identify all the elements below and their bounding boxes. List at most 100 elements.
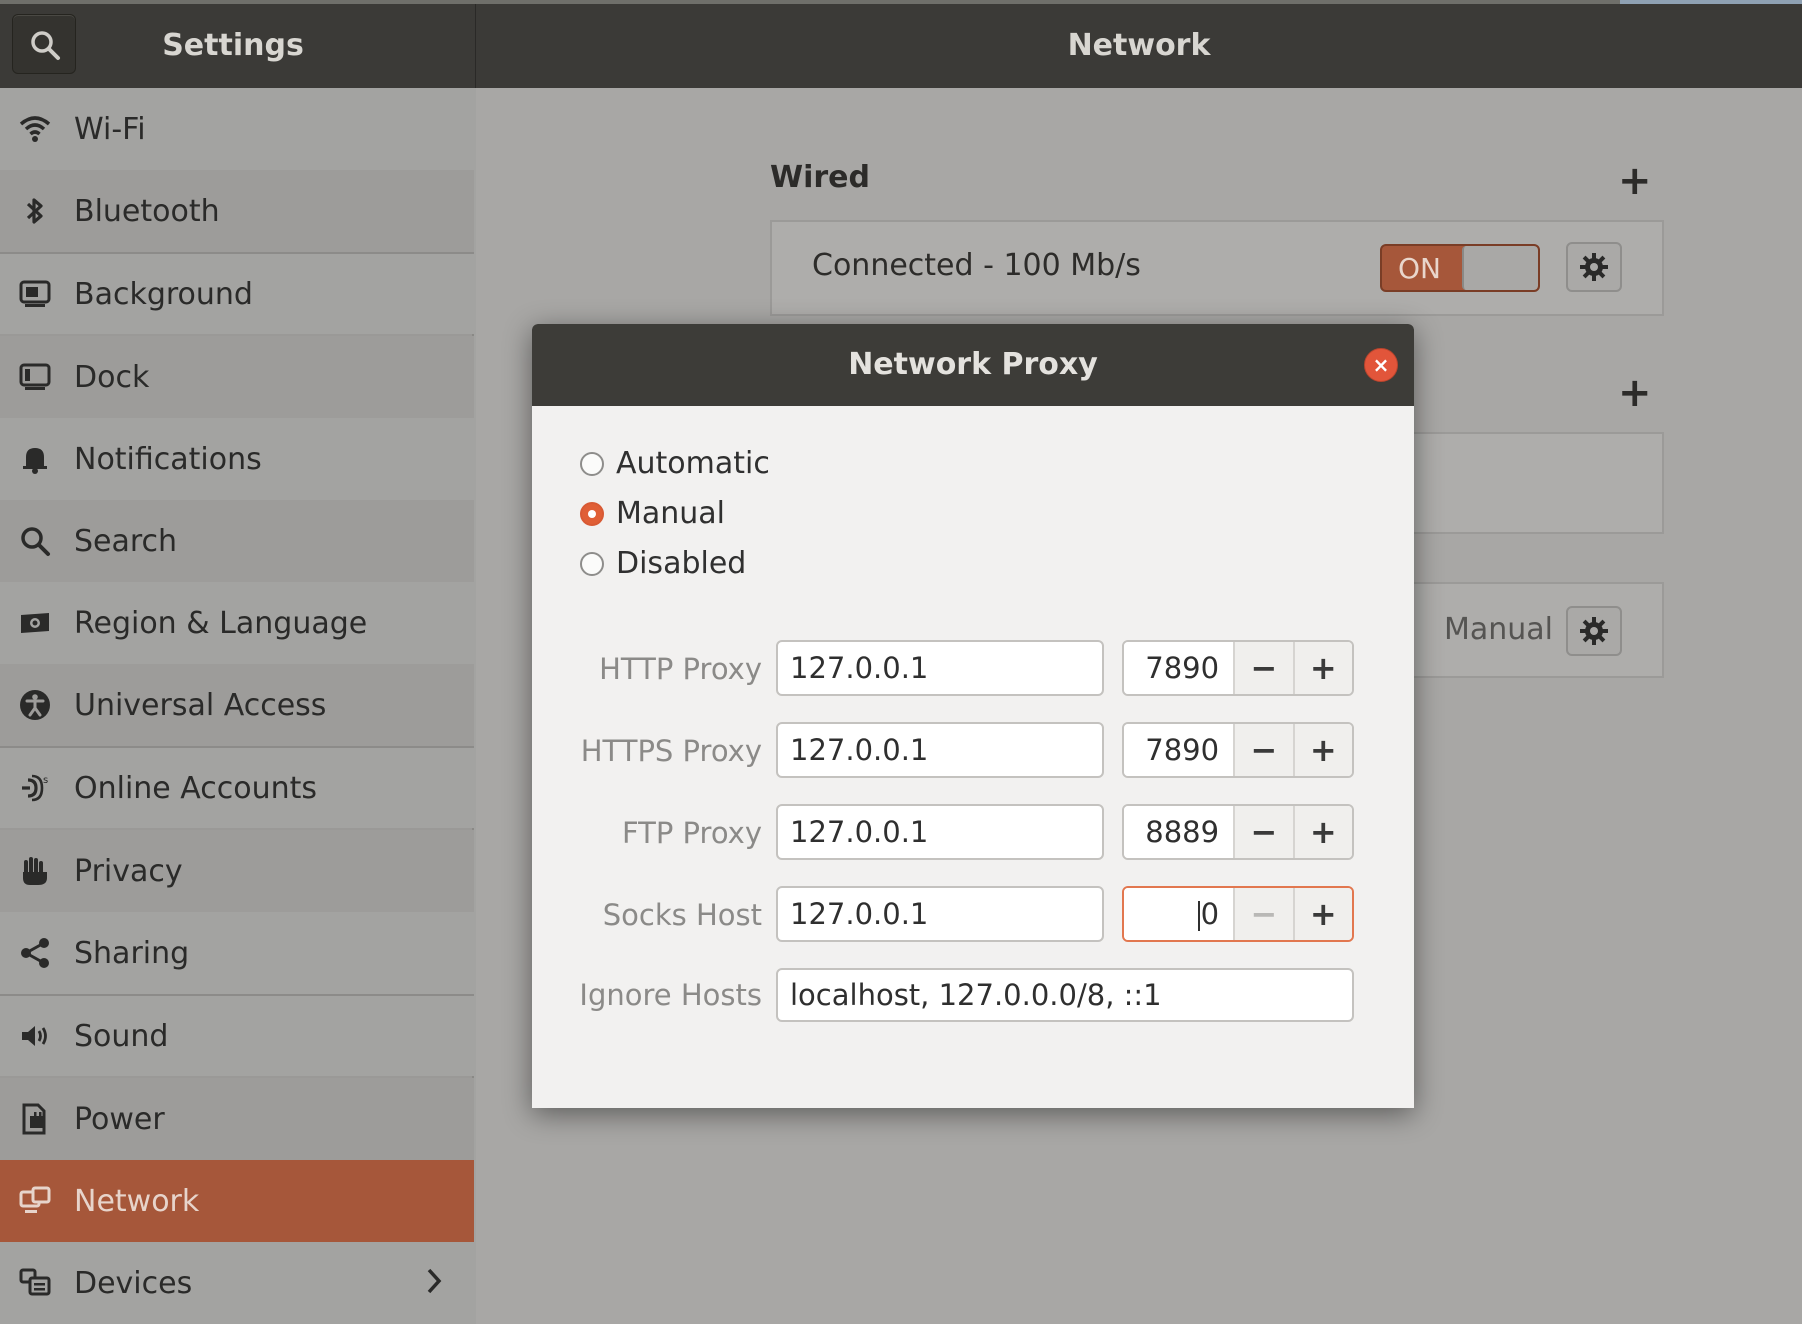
https-proxy-label: HTTPS Proxy (580, 734, 762, 768)
sidebar-item-wifi[interactable]: Wi-Fi (0, 88, 474, 170)
header-bar: Settings Network (0, 0, 1802, 88)
sidebar-item-online-accounts[interactable]: s Online Accounts (0, 746, 474, 828)
sidebar-item-label: Bluetooth (74, 193, 220, 229)
devices-icon (18, 1266, 52, 1300)
chevron-right-icon (424, 1266, 444, 1300)
decrement-button[interactable]: − (1233, 888, 1293, 940)
text-cursor (1197, 901, 1200, 931)
power-icon (18, 1102, 52, 1136)
port-value[interactable]: 8889 (1124, 806, 1234, 858)
http-proxy-port-stepper[interactable]: 7890 − + (1122, 640, 1354, 696)
radio-label: Manual (616, 496, 726, 531)
radio-button[interactable] (580, 451, 604, 476)
radio-label: Automatic (616, 446, 770, 481)
wired-toggle[interactable]: ON (1380, 244, 1540, 292)
socks-port-text: 0 (1200, 897, 1220, 931)
sidebar-item-label: Sharing (74, 935, 190, 971)
sidebar-item-background[interactable]: Background (0, 252, 474, 334)
socks-host-label: Socks Host (602, 898, 762, 932)
sidebar-item-label: Search (74, 523, 178, 559)
close-button[interactable]: × (1364, 348, 1398, 382)
settings-header: Settings (0, 4, 476, 88)
dialog-title: Network Proxy (848, 347, 1098, 382)
wired-status-label: Connected - 100 Mb/s (812, 248, 1141, 283)
sidebar-item-label: Privacy (74, 853, 183, 889)
gear-icon (1580, 253, 1608, 281)
sidebar-item-label: Sound (74, 1018, 169, 1054)
radio-disabled[interactable]: Disabled (580, 546, 746, 581)
sidebar-item-power[interactable]: Power (0, 1078, 474, 1160)
share-icon (18, 936, 52, 970)
sidebar-item-sound[interactable]: Sound (0, 994, 474, 1076)
sidebar-item-dock[interactable]: Dock (0, 336, 474, 418)
add-wired-button[interactable]: + (1618, 158, 1652, 204)
increment-button[interactable]: + (1292, 724, 1352, 776)
background-icon (18, 277, 52, 311)
sidebar-item-label: Background (74, 276, 253, 312)
increment-button[interactable]: + (1292, 888, 1352, 940)
wifi-icon (18, 112, 52, 146)
region-icon (18, 606, 52, 640)
page-title: Network (1067, 28, 1211, 63)
wired-connection-row: Connected - 100 Mb/s ON (770, 220, 1664, 316)
sidebar-item-bluetooth[interactable]: Bluetooth (0, 170, 474, 252)
sidebar-item-devices[interactable]: Devices (0, 1242, 474, 1324)
sidebar-item-label: Notifications (74, 441, 262, 477)
ftp-proxy-label: FTP Proxy (621, 816, 762, 850)
ignore-hosts-label: Ignore Hosts (579, 978, 762, 1012)
sidebar-item-label: Dock (74, 359, 150, 395)
sidebar-item-label: Universal Access (74, 687, 327, 723)
decrement-button[interactable]: − (1233, 806, 1293, 858)
toggle-on-label: ON (1398, 252, 1441, 285)
add-vpn-button[interactable]: + (1618, 370, 1652, 416)
radio-button[interactable] (580, 551, 604, 576)
ftp-proxy-host-input[interactable]: 127.0.0.1 (776, 804, 1104, 860)
gear-icon (1580, 617, 1608, 645)
port-value[interactable]: 7890 (1124, 724, 1234, 776)
sidebar-item-label: Network (74, 1183, 200, 1219)
online-accounts-icon: s (18, 771, 52, 805)
increment-button[interactable]: + (1292, 806, 1352, 858)
sidebar-item-label: Online Accounts (74, 770, 318, 806)
sidebar: Wi-Fi Bluetooth Background Dock Notifica… (0, 88, 474, 1324)
wired-section-title: Wired (770, 160, 870, 195)
sidebar-item-region-language[interactable]: Region & Language (0, 582, 474, 664)
socks-port-stepper[interactable]: 0 − + (1122, 886, 1354, 942)
sidebar-item-label: Region & Language (74, 605, 368, 641)
radio-label: Disabled (616, 546, 747, 581)
http-proxy-label: HTTP Proxy (599, 652, 762, 686)
network-proxy-dialog: Network Proxy × Automatic Manual Disable… (532, 324, 1414, 1108)
sidebar-item-sharing[interactable]: Sharing (0, 912, 474, 994)
ftp-proxy-port-stepper[interactable]: 8889 − + (1122, 804, 1354, 860)
proxy-mode-label: Manual (1444, 612, 1554, 647)
radio-automatic[interactable]: Automatic (580, 446, 770, 481)
ignore-hosts-input[interactable]: localhost, 127.0.0.0/8, ::1 (776, 968, 1354, 1022)
search-icon (18, 524, 52, 558)
sidebar-item-label: Wi-Fi (74, 111, 146, 147)
https-proxy-port-stepper[interactable]: 7890 − + (1122, 722, 1354, 778)
sidebar-item-privacy[interactable]: Privacy (0, 830, 474, 912)
radio-manual[interactable]: Manual (580, 496, 725, 531)
socks-host-input[interactable]: 127.0.0.1 (776, 886, 1104, 942)
proxy-settings-button[interactable] (1566, 606, 1622, 656)
sidebar-item-network[interactable]: Network (0, 1160, 474, 1242)
sidebar-item-search[interactable]: Search (0, 500, 474, 582)
sidebar-item-notifications[interactable]: Notifications (0, 418, 474, 500)
wired-settings-button[interactable] (1566, 242, 1622, 292)
decrement-button[interactable]: − (1233, 724, 1293, 776)
sidebar-item-universal-access[interactable]: Universal Access (0, 664, 474, 746)
svg-text:s: s (43, 775, 48, 786)
accessibility-icon (18, 688, 52, 722)
increment-button[interactable]: + (1292, 642, 1352, 694)
dialog-header: Network Proxy × (532, 324, 1414, 406)
sidebar-item-label: Devices (74, 1265, 193, 1301)
radio-button-checked[interactable] (580, 501, 604, 526)
port-value-focused[interactable]: 0 (1124, 888, 1234, 940)
bell-icon (18, 442, 52, 476)
port-value[interactable]: 7890 (1124, 642, 1234, 694)
decrement-button[interactable]: − (1233, 642, 1293, 694)
speaker-icon (18, 1019, 52, 1053)
dock-icon (18, 360, 52, 394)
http-proxy-host-input[interactable]: 127.0.0.1 (776, 640, 1104, 696)
https-proxy-host-input[interactable]: 127.0.0.1 (776, 722, 1104, 778)
